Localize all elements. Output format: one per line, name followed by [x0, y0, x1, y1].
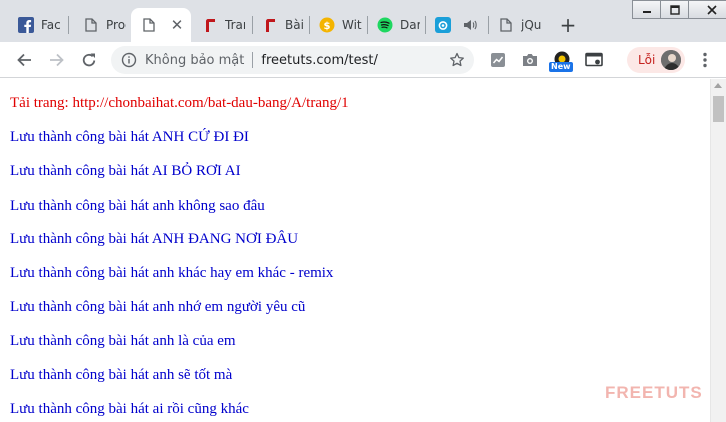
page-content: Tải trang: http://chonbaihat.com/bat-dau… [0, 79, 710, 422]
music-icon [377, 17, 393, 33]
list-item: Lưu thành công bài hát anh khác hay em k… [10, 265, 334, 281]
tab-media[interactable] [425, 8, 487, 42]
list-item: Lưu thành công bài hát anh nhớ em người … [10, 299, 306, 315]
tab-facebook[interactable]: Face [8, 8, 64, 42]
list-item: Lưu thành công bài hát anh là của em [10, 333, 236, 349]
tab-title: jQu [521, 18, 542, 32]
tab-separator [68, 16, 69, 34]
security-status[interactable]: Không bảo mật [145, 53, 244, 68]
red-flag-icon [262, 17, 278, 33]
tab-prog[interactable]: Prog [73, 8, 128, 42]
facebook-icon [18, 17, 34, 33]
speaker-icon [463, 19, 477, 31]
address-bar[interactable]: Không bảo mật freetuts.com/test/ [111, 46, 474, 74]
profile-status-label: Lỗi [638, 53, 656, 67]
avatar [661, 50, 681, 70]
list-item: Lưu thành công bài hát ANH ĐANG NƠI ĐÂU [10, 231, 299, 247]
back-button[interactable] [12, 48, 36, 72]
list-item: Lưu thành công bài hát anh sẽ tốt mà [10, 367, 233, 383]
maximize-button[interactable] [660, 0, 689, 19]
svg-text:$: $ [324, 21, 331, 32]
close-window-button[interactable] [688, 0, 726, 19]
tab-title: Dar [400, 18, 420, 32]
list-item: Lưu thành công bài hát AI BỎ RƠI AI [10, 163, 241, 179]
tab-title: Wit [342, 18, 362, 32]
omnibox-divider [252, 52, 254, 68]
new-badge: New [549, 62, 573, 72]
page-icon [498, 17, 514, 33]
tab-jquery[interactable]: jQu [488, 8, 546, 42]
extension-chart-icon[interactable] [488, 50, 508, 70]
menu-icon[interactable] [695, 50, 715, 70]
tab-wit[interactable]: $ Wit [309, 8, 367, 42]
red-flag-icon [202, 17, 218, 33]
camera-icon[interactable] [520, 50, 540, 70]
new-tab-button[interactable]: + [557, 14, 579, 36]
page-icon [83, 17, 99, 33]
cast-screen-icon[interactable] [584, 50, 604, 70]
load-page-heading: Tải trang: http://chonbaihat.com/bat-dau… [10, 95, 349, 111]
close-tab-icon[interactable]: ✕ [167, 15, 187, 35]
list-item: Lưu thành công bài hát ANH CỨ ĐI ĐI [10, 129, 249, 145]
scroll-up-arrow-icon[interactable] [714, 83, 722, 88]
tab-title: Face [41, 18, 61, 32]
browser-toolbar: Không bảo mật freetuts.com/test/ New Lỗi [0, 42, 726, 78]
bookmark-star-icon[interactable] [448, 51, 466, 69]
info-icon[interactable] [121, 52, 137, 68]
vertical-scrollbar[interactable] [710, 79, 726, 422]
minimize-button[interactable] [632, 0, 661, 19]
tab-title: Prog [106, 18, 126, 32]
list-item: Lưu thành công bài hát ai rồi cũng khác [10, 401, 249, 417]
url-text[interactable]: freetuts.com/test/ [261, 53, 377, 68]
tab-dar[interactable]: Dar [367, 8, 423, 42]
list-item: Lưu thành công bài hát anh không sao đâu [10, 198, 265, 214]
coin-icon: $ [319, 17, 335, 33]
tab-title: Bài [285, 18, 304, 32]
tab-bai[interactable]: Bài [252, 8, 308, 42]
freetuts-watermark: FREETUTS [605, 383, 703, 402]
scrollbar-thumb[interactable] [713, 96, 724, 122]
window-controls [632, 0, 726, 20]
reload-button[interactable] [77, 48, 101, 72]
profile-button[interactable]: Lỗi [627, 47, 685, 73]
tab-title: Trang [225, 18, 245, 32]
camera-app-icon [435, 17, 451, 33]
extension-new-icon[interactable]: New [549, 50, 573, 72]
forward-button[interactable] [45, 48, 69, 72]
tab-strip: Face Prog ✕ Trang Bài $ Wit [0, 0, 726, 42]
page-icon [141, 17, 157, 33]
tab-trang[interactable]: Trang [192, 8, 250, 42]
